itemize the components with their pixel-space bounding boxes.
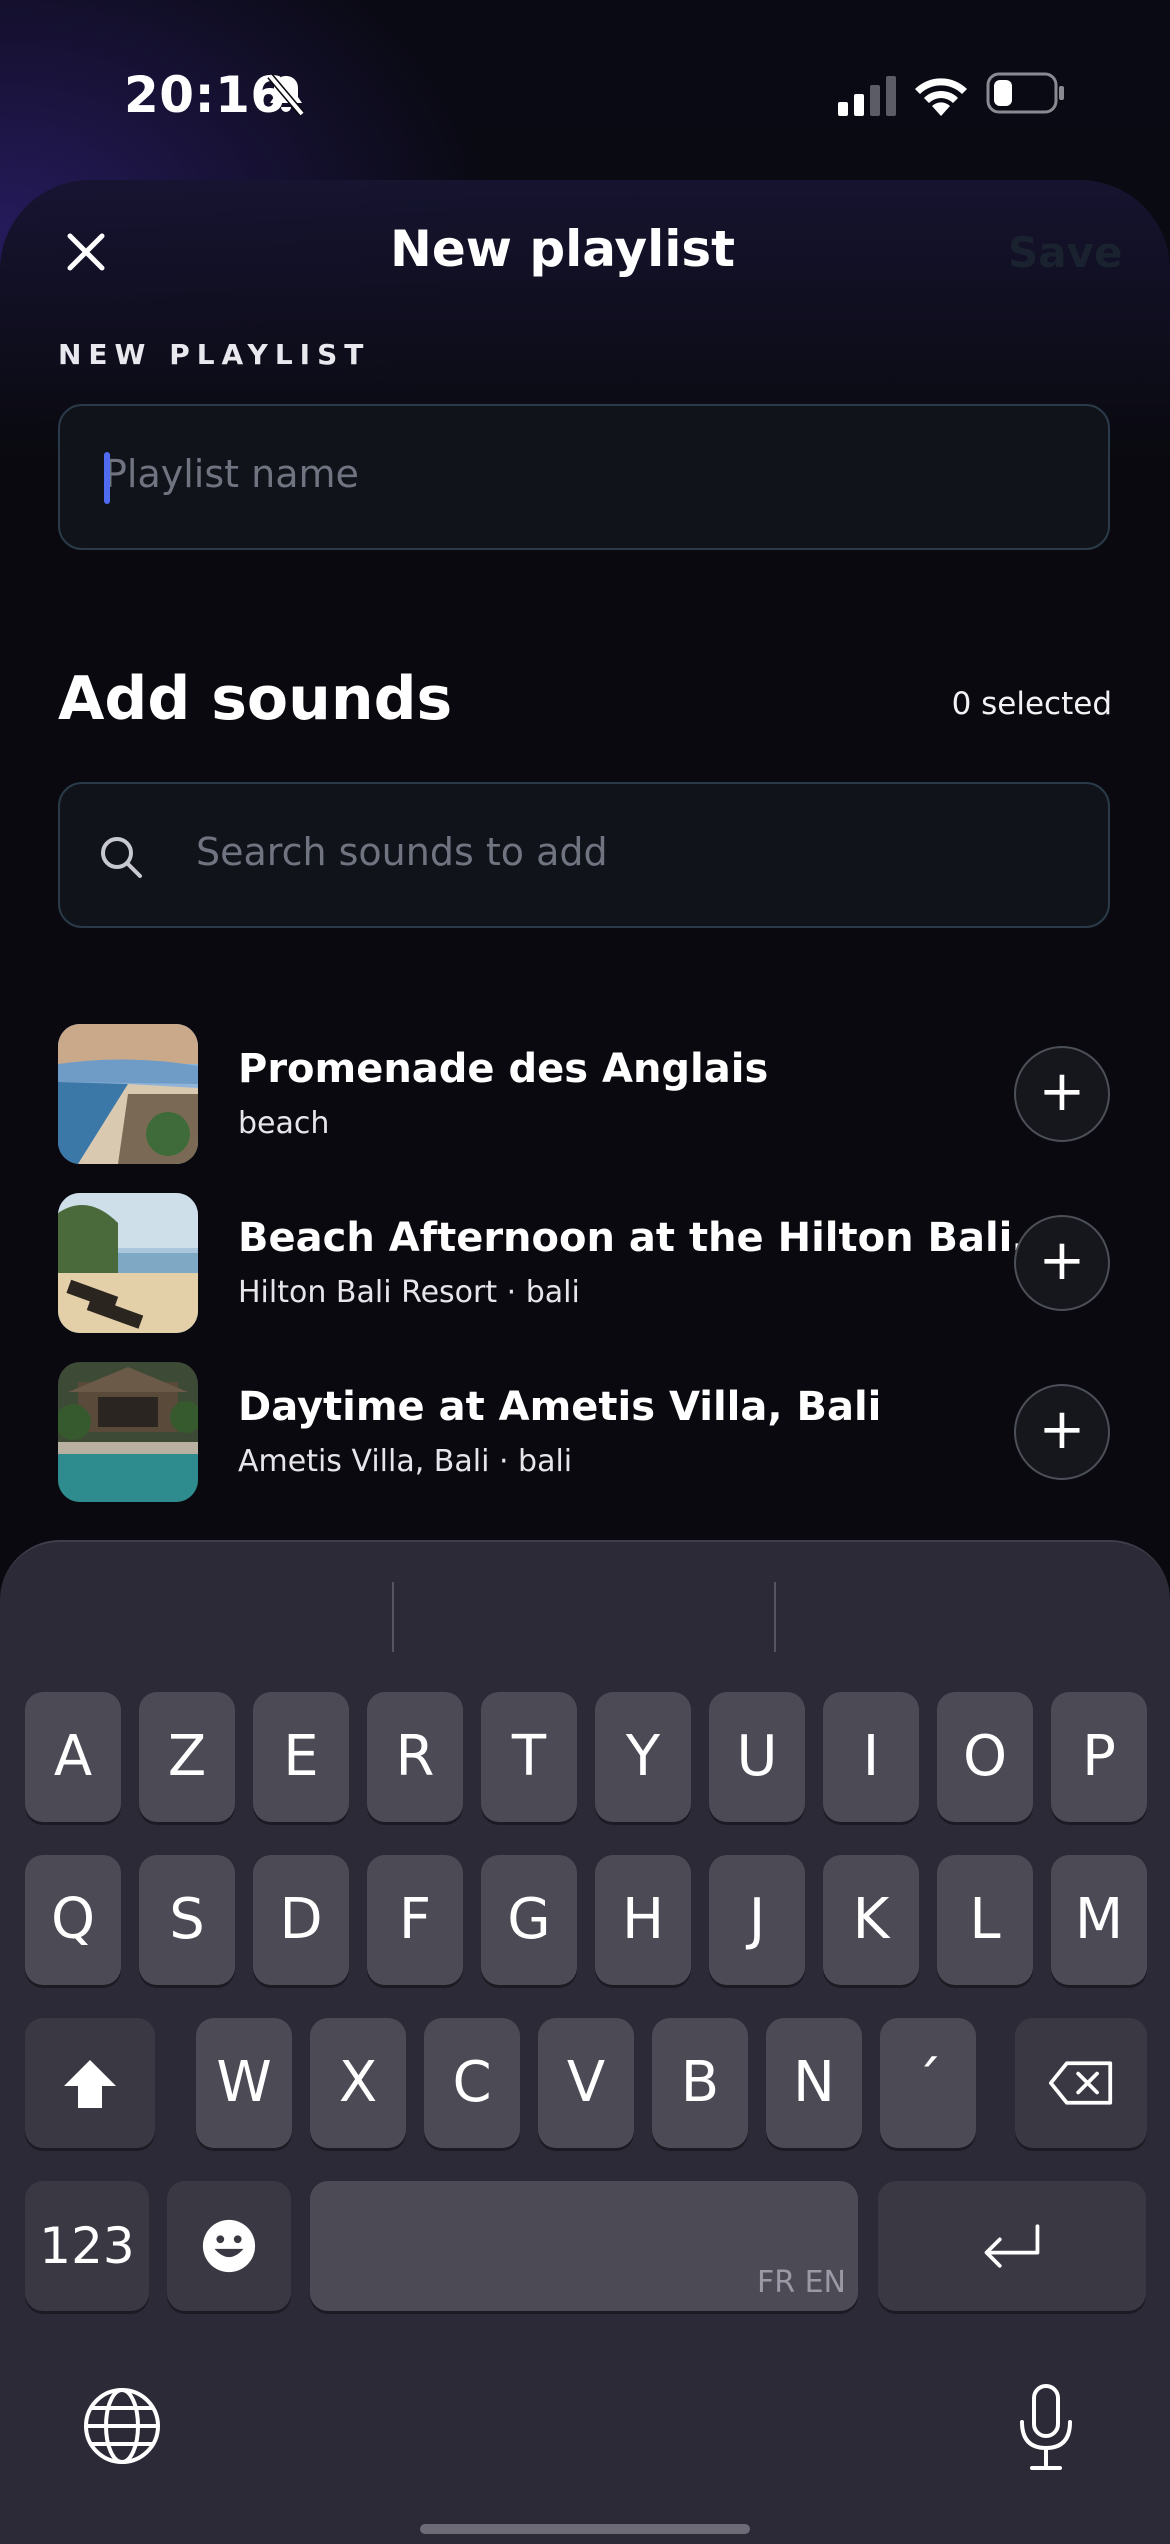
sound-title: Promenade des Anglais [238, 1046, 769, 1092]
key-g[interactable]: G [481, 1855, 577, 1985]
list-item[interactable]: Beach Afternoon at the Hilton Bali… Hilt… [58, 1193, 1110, 1335]
return-key[interactable] [878, 2181, 1146, 2311]
suggestion-divider [774, 1582, 776, 1652]
key-p[interactable]: P [1051, 1692, 1147, 1822]
key-u[interactable]: U [709, 1692, 805, 1822]
key-f[interactable]: F [367, 1855, 463, 1985]
key-c[interactable]: C [424, 2018, 520, 2148]
silent-bell-icon [267, 73, 305, 117]
sound-thumbnail [58, 1193, 198, 1333]
key-q[interactable]: Q [25, 1855, 121, 1985]
key-w[interactable]: W [196, 2018, 292, 2148]
sound-thumbnail [58, 1362, 198, 1502]
add-sound-button[interactable]: + [1014, 1384, 1110, 1480]
key-x[interactable]: X [310, 2018, 406, 2148]
shift-key[interactable] [25, 2018, 155, 2148]
key-h[interactable]: H [595, 1855, 691, 1985]
playlist-name-input[interactable]: Playlist name [58, 404, 1110, 550]
wifi-icon [915, 78, 967, 116]
suggestion-divider [392, 1582, 394, 1652]
key-m[interactable]: M [1051, 1855, 1147, 1985]
emoji-key[interactable] [167, 2181, 291, 2311]
sound-subtitle: beach [238, 1106, 330, 1141]
sound-title: Beach Afternoon at the Hilton Bali… [238, 1215, 1028, 1261]
keyboard-language-label: FR EN [756, 2265, 846, 2300]
add-sounds-heading: Add sounds [58, 664, 453, 734]
key-t[interactable]: T [481, 1692, 577, 1822]
key-accent[interactable]: ´ [880, 2018, 976, 2148]
key-j[interactable]: J [709, 1855, 805, 1985]
key-i[interactable]: I [823, 1692, 919, 1822]
key-n[interactable]: N [766, 2018, 862, 2148]
shift-icon [64, 2060, 116, 2108]
key-k[interactable]: K [823, 1855, 919, 1985]
status-bar: 20:16 [0, 0, 1170, 180]
key-a[interactable]: A [25, 1692, 121, 1822]
space-key[interactable]: FR EN [310, 2181, 858, 2311]
emoji-icon [202, 2219, 256, 2273]
cellular-signal-icon [838, 76, 896, 116]
key-o[interactable]: O [937, 1692, 1033, 1822]
sound-thumbnail [58, 1024, 198, 1164]
list-item[interactable]: Daytime at Ametis Villa, Bali Ametis Vil… [58, 1362, 1110, 1504]
key-v[interactable]: V [538, 2018, 634, 2148]
playlist-name-placeholder: Playlist name [104, 452, 359, 496]
key-y[interactable]: Y [595, 1692, 691, 1822]
key-z[interactable]: Z [139, 1692, 235, 1822]
globe-icon[interactable] [82, 2386, 162, 2466]
key-d[interactable]: D [253, 1855, 349, 1985]
home-indicator [420, 2524, 750, 2534]
backspace-key[interactable] [1015, 2018, 1147, 2148]
key-s[interactable]: S [139, 1855, 235, 1985]
search-placeholder: Search sounds to add [196, 830, 608, 874]
add-sound-button[interactable]: + [1014, 1046, 1110, 1142]
selected-count: 0 selected [951, 686, 1112, 722]
sound-subtitle: Hilton Bali Resort · bali [238, 1275, 580, 1310]
key-r[interactable]: R [367, 1692, 463, 1822]
add-sound-button[interactable]: + [1014, 1215, 1110, 1311]
microphone-icon[interactable] [1016, 2382, 1076, 2472]
backspace-icon [1048, 2061, 1113, 2105]
sound-subtitle: Ametis Villa, Bali · bali [238, 1444, 573, 1479]
new-playlist-label: NEW PLAYLIST [58, 338, 371, 371]
text-caret [104, 452, 110, 504]
page-title: New playlist [389, 220, 736, 278]
list-item[interactable]: Promenade des Anglais beach + [58, 1024, 1110, 1166]
key-l[interactable]: L [937, 1855, 1033, 1985]
search-sounds-input[interactable]: Search sounds to add [58, 782, 1110, 928]
sound-title: Daytime at Ametis Villa, Bali [238, 1384, 882, 1430]
return-icon [984, 2224, 1040, 2268]
key-b[interactable]: B [652, 2018, 748, 2148]
numbers-key[interactable]: 123 [25, 2181, 149, 2311]
search-icon [101, 837, 142, 878]
key-e[interactable]: E [253, 1692, 349, 1822]
battery-icon [986, 72, 1064, 114]
save-button[interactable]: Save [1008, 228, 1122, 277]
